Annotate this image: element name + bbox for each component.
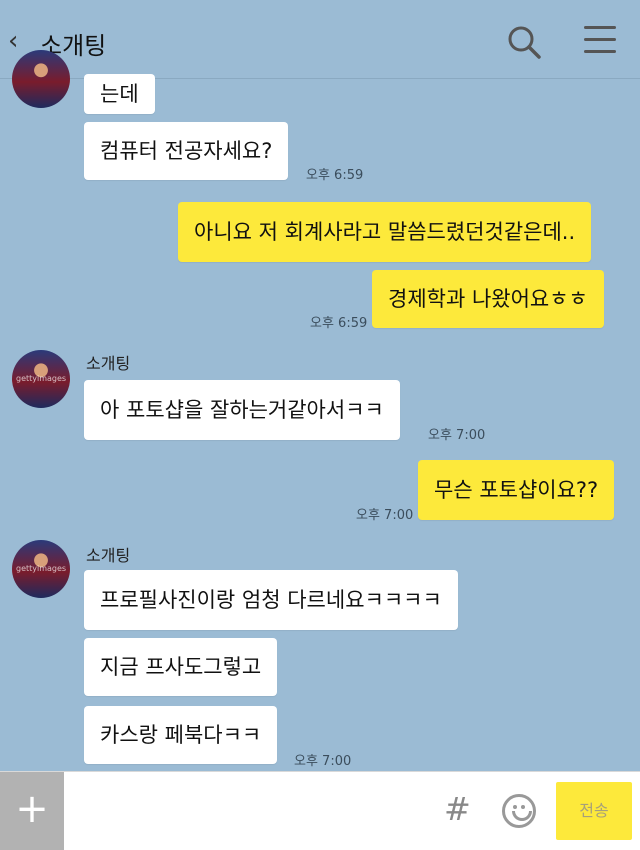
avatar-watermark: gettyimages xyxy=(16,564,67,573)
avatar-watermark: gettyimages xyxy=(16,374,67,383)
avatar[interactable] xyxy=(12,50,70,108)
message-bubble: 카스랑 페북다ㅋㅋ xyxy=(84,706,278,764)
sender-name: 소개팅 xyxy=(86,354,131,373)
message-bubble: 무슨 포토샵이요?? xyxy=(418,460,615,520)
message-time: 오후 7:00 xyxy=(428,428,486,443)
message-bubble: 경제학과 나왔어요ㅎㅎ xyxy=(372,270,604,328)
avatar[interactable]: gettyimages xyxy=(12,540,70,598)
message-time: 오후 6:59 xyxy=(310,316,368,331)
back-icon[interactable]: ‹ xyxy=(8,26,18,56)
add-attachment-button[interactable]: + xyxy=(0,772,64,850)
sender-name: 소개팅 xyxy=(86,546,131,565)
message-time: 오후 7:00 xyxy=(356,508,414,523)
message-bubble: 프로필사진이랑 엄청 다르네요ㅋㅋㅋㅋ xyxy=(84,570,458,630)
message-bubble: 는데 xyxy=(84,74,155,114)
avatar[interactable]: gettyimages xyxy=(12,350,70,408)
emoji-icon[interactable] xyxy=(502,794,536,828)
message-bubble: 아 포토샵을 잘하는거같아서ㅋㅋ xyxy=(84,380,400,440)
message-list[interactable]: 는데 컴퓨터 전공자세요? 오후 6:59 아니요 저 회계사라고 말씀드렸던것… xyxy=(0,50,640,771)
search-icon[interactable] xyxy=(506,24,542,60)
send-button[interactable]: 전송 xyxy=(556,782,632,840)
message-time: 오후 7:00 xyxy=(294,754,352,769)
message-bubble: 지금 프사도그렇고 xyxy=(84,638,278,696)
input-bar: + # 전송 xyxy=(0,771,640,850)
message-bubble: 컴퓨터 전공자세요? xyxy=(84,122,289,180)
chat-header: ‹ 소개팅 xyxy=(0,0,640,79)
message-bubble: 아니요 저 회계사라고 말씀드렸던것같은데.. xyxy=(178,202,592,262)
hamburger-menu-icon[interactable] xyxy=(584,26,616,56)
message-time: 오후 6:59 xyxy=(306,168,364,183)
hash-button[interactable]: # xyxy=(444,790,471,828)
